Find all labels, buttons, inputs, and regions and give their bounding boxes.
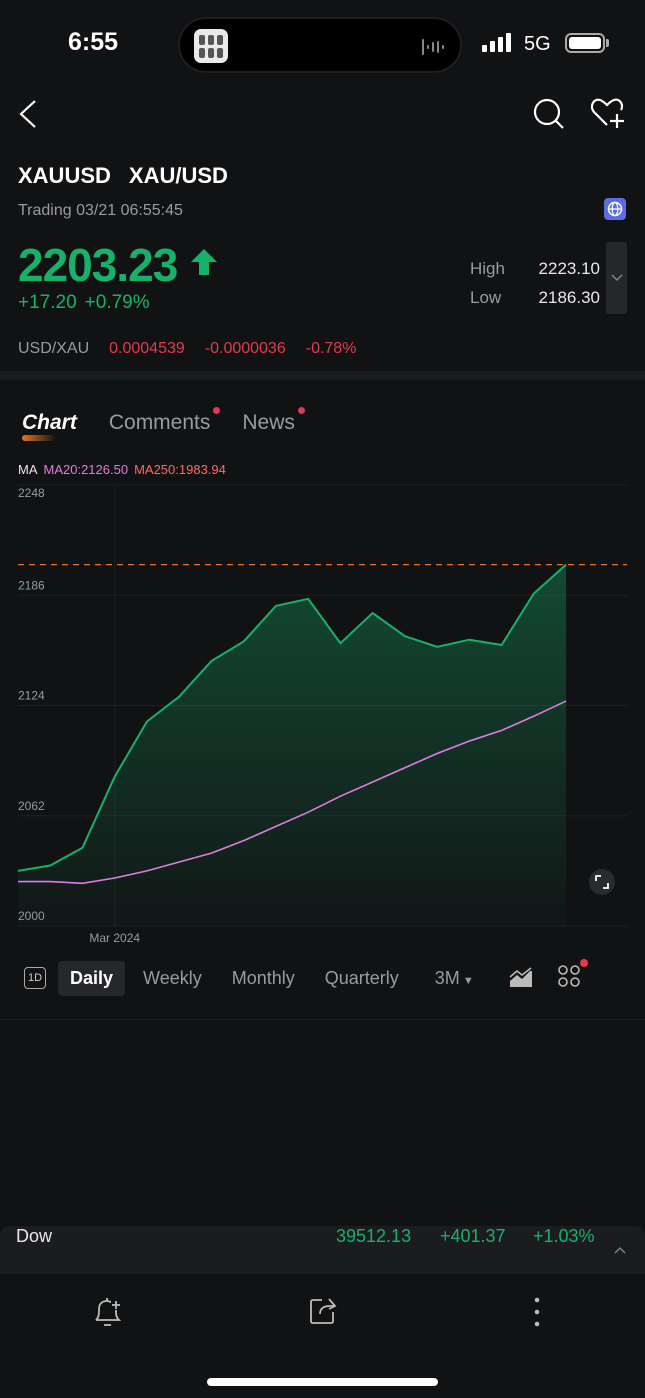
intraday-button[interactable]: 1D [24,967,46,989]
y-tick-label: 2186 [18,578,45,592]
inverse-change-percent: -0.78% [305,340,357,357]
search-icon[interactable] [532,97,566,131]
battery-nub [606,39,609,47]
battery-icon [565,33,605,53]
price-value: 2203.23 [18,239,178,291]
instrument-title: XAUUSD XAU/USD [18,163,228,189]
ticker-change: +401.37 [440,1226,506,1246]
y-tick-label: 2248 [18,486,45,500]
fullscreen-button[interactable] [589,869,615,895]
inverse-change: -0.0000036 [204,340,286,357]
status-time: 6:55 [68,28,119,56]
expand-quote-button[interactable] [606,242,627,314]
globe-icon[interactable] [604,198,626,220]
indicators-button[interactable] [557,958,588,992]
high-value: 2223.10 [538,259,600,278]
caret-down-icon: ▼ [459,974,474,987]
low-label: Low [470,288,502,307]
tab-comments[interactable]: Comments [108,407,221,435]
tab-label: Chart [22,411,77,434]
dynamic-island[interactable] [178,17,462,73]
inverse-pair: USD/XAU [18,340,90,357]
inverse-price: 0.0004539 [109,340,185,357]
price-change: +17.20 +0.79% [18,292,150,314]
price-chart[interactable]: 22482186212420622000 Mar 2024 [0,480,645,950]
change-value: +17.20 [18,292,77,313]
section-divider [0,371,645,380]
divider [0,1019,645,1020]
chevron-up-icon[interactable] [614,1246,626,1254]
price-area-fill [18,564,567,926]
change-percent: +0.79% [84,292,150,313]
y-tick-label: 2124 [18,689,45,703]
media-thumbnail [194,29,228,63]
ma20-value: MA20:2126.50 [43,462,129,477]
period-quarterly[interactable]: Quarterly [313,961,411,996]
trading-status: Trading 03/21 06:55:45 [18,202,183,219]
signal-icon [482,33,511,52]
tab-label: News [242,411,295,434]
add-alert-icon[interactable] [92,1295,124,1329]
last-price: 2203.23 [18,238,219,292]
instrument-name: XAU/USD [128,163,228,188]
share-icon[interactable] [308,1295,338,1327]
back-icon[interactable] [16,98,40,130]
period-weekly[interactable]: Weekly [131,961,214,996]
period-selector: 1D Daily Weekly Monthly Quarterly 3M ▼ [0,958,645,996]
index-ticker-bar[interactable]: Dow 39512.13 +401.37 +1.03% [0,1226,645,1274]
range-value: 3M [434,967,460,988]
high-label: High [470,259,505,278]
range-dropdown[interactable]: 3M ▼ [423,961,486,996]
notification-dot [297,407,305,414]
calendar-1d-icon: 1D [24,967,46,989]
x-tick-label: Mar 2024 [89,931,140,945]
low-value: 2186.30 [538,288,600,307]
tab-chart[interactable]: Chart [22,411,77,441]
ticker-value: 39512.13 [336,1226,412,1246]
symbol: XAUUSD [18,163,111,188]
grid-icon [557,964,580,987]
notification-dot [213,407,221,414]
indicator-legend[interactable]: MA MA20:2126.50 MA250:1983.94 [18,462,226,477]
ma-label: MA [18,462,38,477]
tab-news[interactable]: News [242,407,305,435]
high-low: High 2223.10 Low 2186.30 [470,254,600,312]
tab-label: Comments [108,411,211,434]
audio-wave-icon [422,39,444,55]
inverse-quote: USD/XAU 0.0004539 -0.0000036 -0.78% [18,340,356,358]
notification-dot [579,958,588,967]
period-monthly[interactable]: Monthly [220,961,307,996]
arrow-up-icon [191,249,218,275]
y-tick-label: 2062 [18,799,45,813]
more-options-icon[interactable] [532,1296,542,1328]
period-daily[interactable]: Daily [58,960,126,996]
home-indicator[interactable] [207,1378,438,1386]
ticker-name: Dow [16,1226,53,1246]
chevron-down-icon [611,274,622,281]
chart-type-icon[interactable] [508,967,534,989]
ticker-change-percent: +1.03% [533,1226,595,1246]
content-tabs: Chart Comments News [22,407,305,441]
ma250-value: MA250:1983.94 [134,462,226,477]
add-to-watchlist-icon[interactable] [590,97,628,131]
network-type: 5G [524,33,551,55]
